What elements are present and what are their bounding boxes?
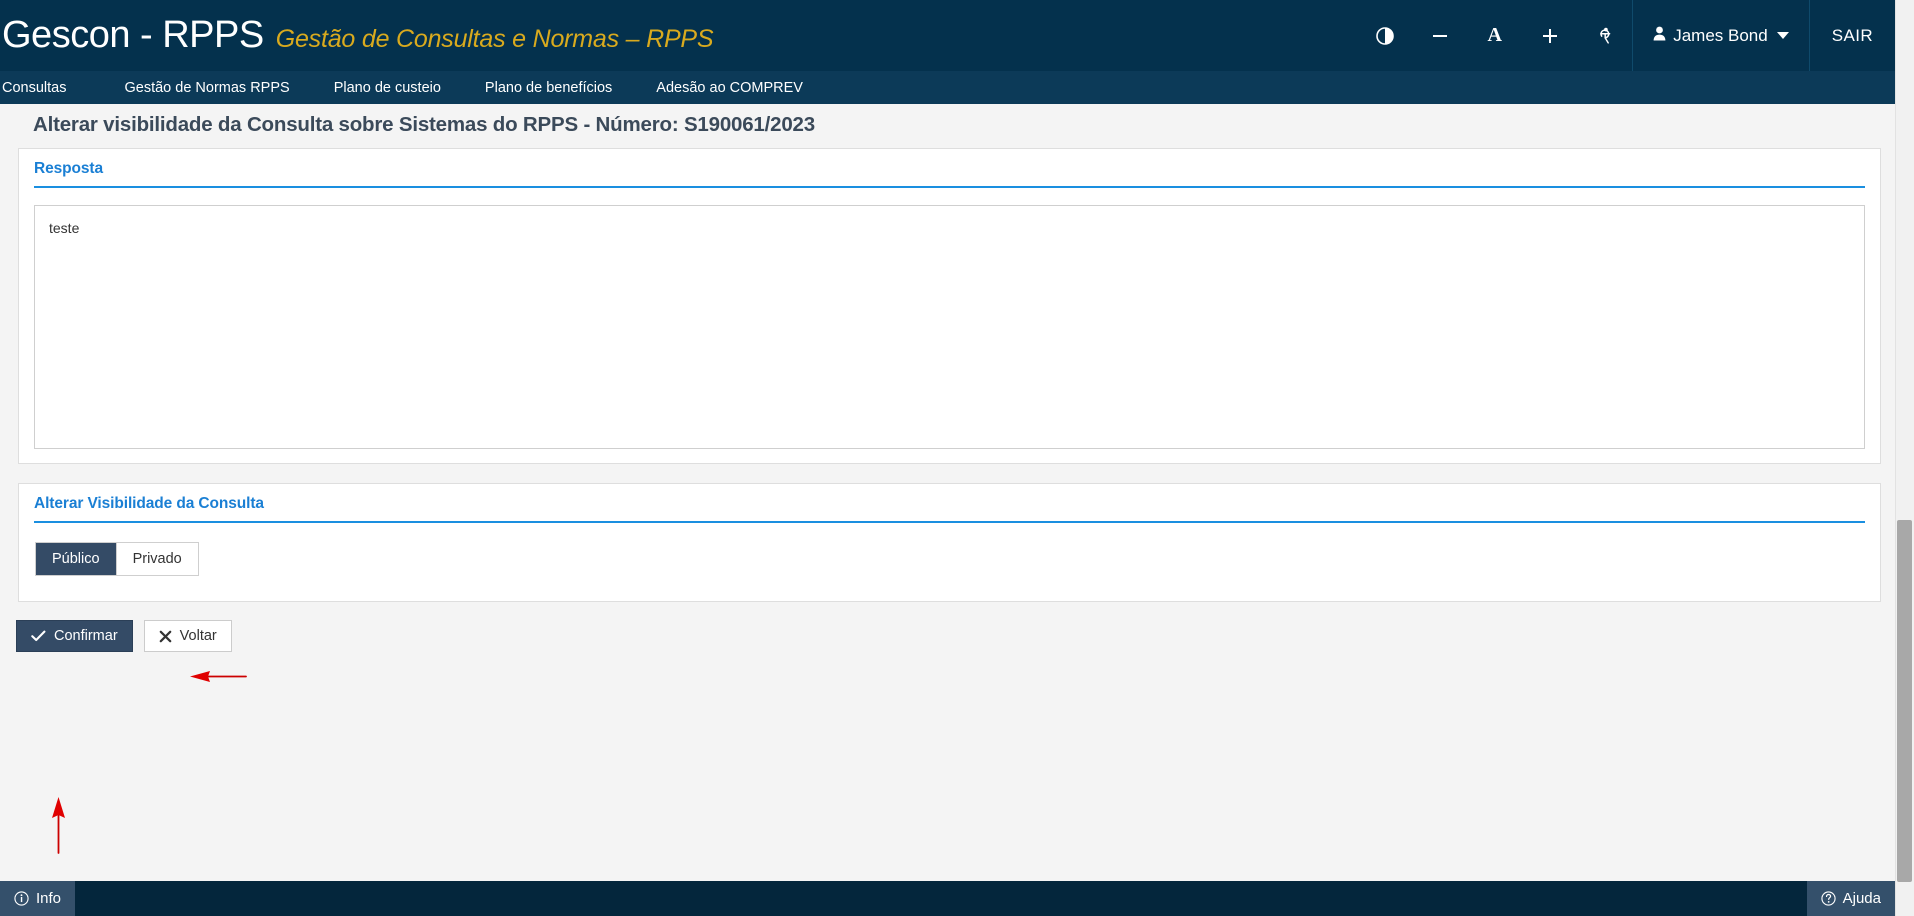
application-window: Gescon - RPPS Gestão de Consultas e Norm… bbox=[0, 0, 1914, 916]
question-circle-icon bbox=[1821, 891, 1836, 906]
resposta-section-title: Resposta bbox=[34, 160, 1865, 186]
contrast-icon[interactable] bbox=[1357, 0, 1412, 71]
main-navigation: Consultas Gestão de Normas RPPS Plano de… bbox=[0, 71, 1895, 104]
annotation-arrow-up bbox=[40, 795, 80, 860]
help-button[interactable]: Ajuda bbox=[1807, 881, 1895, 916]
visibility-option-privado[interactable]: Privado bbox=[116, 543, 198, 575]
resposta-textarea[interactable] bbox=[34, 205, 1865, 449]
annotation-arrow-left bbox=[188, 666, 248, 693]
font-decrease-icon[interactable] bbox=[1412, 0, 1467, 71]
brand[interactable]: Gescon - RPPS Gestão de Consultas e Norm… bbox=[0, 14, 713, 57]
font-increase-icon[interactable] bbox=[1522, 0, 1577, 71]
form-actions: Confirmar Voltar bbox=[16, 620, 232, 652]
visibilidade-section-divider bbox=[34, 521, 1865, 523]
top-header: Gescon - RPPS Gestão de Consultas e Norm… bbox=[0, 0, 1895, 71]
font-normal-icon[interactable]: A bbox=[1467, 0, 1522, 71]
visibility-toggle-group: Público Privado bbox=[35, 542, 199, 576]
page-scrollbar-track[interactable] bbox=[1895, 0, 1914, 916]
back-button-label: Voltar bbox=[180, 628, 217, 644]
info-button[interactable]: Info bbox=[0, 881, 75, 916]
visibility-option-publico[interactable]: Público bbox=[36, 543, 116, 575]
nav-item-adesao-comprev[interactable]: Adesão ao COMPREV bbox=[634, 71, 825, 104]
user-name-label: James Bond bbox=[1673, 26, 1768, 46]
resposta-section-divider bbox=[34, 186, 1865, 188]
resposta-section-head: Resposta bbox=[34, 160, 1865, 188]
close-icon bbox=[159, 630, 172, 643]
header-toolbar: A bbox=[1357, 0, 1895, 71]
visibilidade-panel: Alterar Visibilidade da Consulta Público… bbox=[18, 483, 1881, 602]
nav-item-plano-custeio[interactable]: Plano de custeio bbox=[312, 71, 463, 104]
user-icon bbox=[1653, 26, 1666, 46]
confirm-button-label: Confirmar bbox=[54, 628, 118, 644]
chevron-down-icon bbox=[1777, 32, 1789, 39]
info-button-label: Info bbox=[36, 890, 61, 907]
help-button-label: Ajuda bbox=[1843, 890, 1881, 907]
nav-item-gestao-normas[interactable]: Gestão de Normas RPPS bbox=[102, 71, 311, 104]
confirm-button[interactable]: Confirmar bbox=[16, 620, 133, 652]
page-scrollbar-thumb[interactable] bbox=[1897, 520, 1912, 882]
footer-bar: Info Ajuda bbox=[0, 881, 1895, 916]
visibilidade-section-head: Alterar Visibilidade da Consulta bbox=[34, 495, 1865, 523]
accessibility-icon[interactable] bbox=[1577, 0, 1632, 71]
nav-item-consultas[interactable]: Consultas bbox=[0, 71, 102, 104]
visibilidade-section-title: Alterar Visibilidade da Consulta bbox=[34, 495, 1865, 521]
back-button[interactable]: Voltar bbox=[144, 620, 232, 652]
brand-title: Gescon - RPPS bbox=[2, 14, 264, 57]
logout-button[interactable]: SAIR bbox=[1810, 0, 1895, 71]
resposta-panel: Resposta bbox=[18, 148, 1881, 464]
user-menu[interactable]: James Bond bbox=[1633, 0, 1809, 71]
page-title: Alterar visibilidade da Consulta sobre S… bbox=[33, 113, 815, 137]
nav-item-plano-beneficios[interactable]: Plano de benefícios bbox=[463, 71, 634, 104]
info-icon bbox=[14, 891, 29, 906]
brand-subtitle: Gestão de Consultas e Normas – RPPS bbox=[276, 25, 714, 54]
check-icon bbox=[31, 630, 46, 642]
